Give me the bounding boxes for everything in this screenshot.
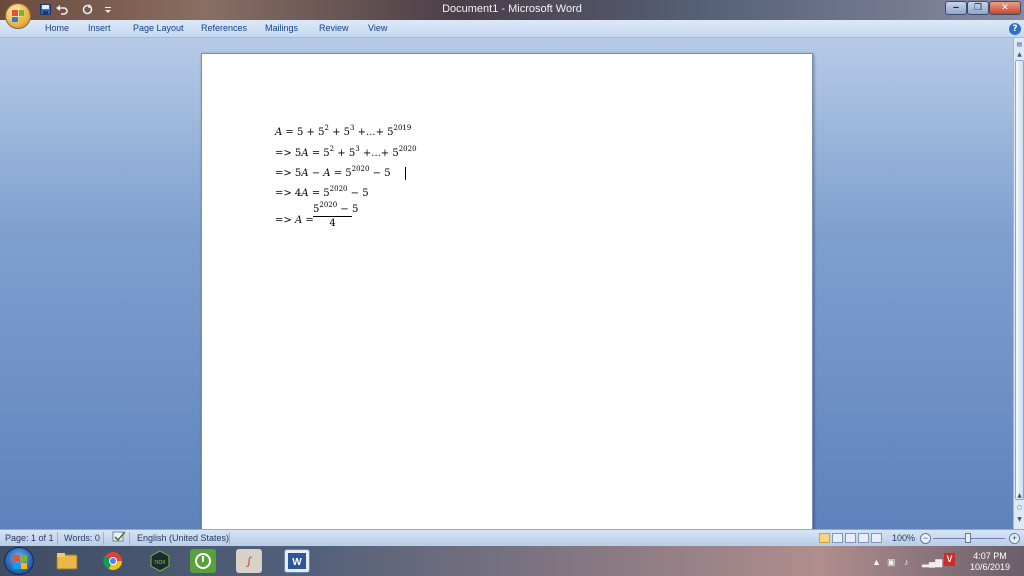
svg-text:∫: ∫	[246, 555, 252, 568]
outline-view-button[interactable]	[858, 533, 869, 543]
divider	[229, 532, 230, 545]
tab-mailings[interactable]: Mailings	[265, 23, 298, 33]
windows-logo-icon	[13, 555, 27, 569]
fraction-numerator: 52020 − 5	[313, 201, 358, 217]
tab-home[interactable]: Home	[45, 23, 69, 33]
exponent: 2020	[398, 145, 417, 153]
variable-a: A	[301, 188, 309, 199]
previous-page-icon[interactable]: ▲	[1015, 491, 1024, 500]
eq-text: −	[308, 168, 324, 179]
eq-text: +...+ 5	[354, 127, 394, 138]
divider	[103, 532, 104, 545]
web-layout-view-button[interactable]	[845, 533, 856, 543]
eq-text: + 5	[328, 127, 351, 138]
clock-date: 10/6/2019	[969, 562, 1011, 572]
divider	[129, 532, 130, 545]
minimize-button[interactable]: ‒	[945, 1, 967, 15]
select-browse-object-icon[interactable]: ○	[1015, 503, 1024, 512]
show-hidden-icons-icon[interactable]: ▲	[872, 557, 881, 567]
equation-line-5[interactable]: => A =	[275, 215, 314, 226]
zoom-level[interactable]: 100%	[892, 533, 915, 543]
document-page[interactable]	[201, 53, 813, 533]
text-cursor	[405, 167, 406, 180]
equation-line-1[interactable]: A = 5 + 52 + 53 +...+ 52019	[275, 124, 412, 139]
eq-text: => 4	[275, 188, 302, 199]
eq-text: − 5	[347, 188, 369, 199]
windows-explorer-icon[interactable]	[54, 549, 80, 573]
vertical-scrollbar[interactable]: ▤ ▲ ▲ ○ ▼	[1013, 38, 1024, 529]
tab-page-layout[interactable]: Page Layout	[133, 23, 184, 33]
scroll-thumb[interactable]	[1015, 60, 1024, 500]
exponent: 2020	[351, 165, 370, 173]
clock-time: 4:07 PM	[973, 551, 1007, 561]
network-icon[interactable]: ▂▄▆	[922, 557, 942, 568]
variable-a: A	[301, 168, 309, 179]
equation-line-2[interactable]: => 5A = 52 + 53 +...+ 52020	[275, 145, 417, 160]
eq-text: − 5	[369, 168, 391, 179]
nox-label: nox	[154, 559, 166, 566]
tab-review[interactable]: Review	[319, 23, 349, 33]
eq-text: = 5 + 5	[282, 127, 325, 138]
fraction[interactable]: 52020 − 5 4	[313, 201, 358, 229]
eq-text: =	[302, 215, 314, 226]
proofing-icon[interactable]	[112, 531, 126, 545]
eq-text: = 5	[308, 188, 330, 199]
eq-text: => 5	[275, 148, 302, 159]
taskbar: nox ∫ W ▲ ▣ ♪ ▂▄▆ V 4:07 PM 10/6/2019	[0, 546, 1024, 576]
ribbon-tabs: Home Insert Page Layout References Maili…	[0, 20, 1024, 38]
exponent: 2020	[319, 201, 338, 209]
clock[interactable]: 4:07 PM 10/6/2019	[965, 551, 1015, 573]
zoom-out-button[interactable]: −	[920, 533, 931, 544]
page-count[interactable]: Page: 1 of 1	[5, 533, 54, 543]
eq-text: + 5	[334, 148, 356, 159]
ruler-toggle-icon[interactable]: ▤	[1015, 40, 1024, 49]
equation-line-4[interactable]: => 4A = 52020 − 5	[275, 185, 369, 200]
antivirus-tray-icon[interactable]: V	[944, 553, 955, 566]
next-page-icon[interactable]: ▼	[1015, 515, 1024, 524]
eq-text: = 5	[330, 168, 352, 179]
chrome-icon[interactable]	[100, 549, 126, 573]
exponent: 2019	[393, 124, 412, 132]
variable-a: A	[301, 148, 309, 159]
eq-text: => 5	[275, 168, 302, 179]
word-count[interactable]: Words: 0	[64, 533, 100, 543]
word-icon[interactable]: W	[284, 549, 310, 573]
safely-remove-hardware-icon[interactable]: ▣	[887, 557, 896, 568]
variable-a: A	[323, 168, 331, 179]
title-bar: Document1 - Microsoft Word ‒ ❐ ✕	[0, 0, 1024, 20]
tab-view[interactable]: View	[368, 23, 387, 33]
eq-text: = 5	[308, 148, 330, 159]
kaspersky-icon[interactable]	[190, 549, 216, 573]
tab-insert[interactable]: Insert	[88, 23, 111, 33]
office-button[interactable]	[5, 3, 31, 29]
eq-text: − 5	[337, 204, 359, 215]
print-layout-view-button[interactable]	[819, 533, 830, 543]
language-status[interactable]: English (United States)	[137, 533, 229, 543]
eq-text: =>	[275, 215, 295, 226]
nox-icon[interactable]: nox	[147, 549, 173, 573]
fraction-denominator: 4	[329, 218, 336, 229]
close-button[interactable]: ✕	[989, 1, 1021, 15]
status-bar: Page: 1 of 1 Words: 0 English (United St…	[0, 529, 1024, 546]
start-button[interactable]	[4, 547, 34, 575]
eq-text: +...+ 5	[359, 148, 399, 159]
equation-line-3[interactable]: => 5A − A = 52020 − 5	[275, 165, 391, 180]
office-logo-icon	[12, 10, 24, 22]
full-screen-reading-view-button[interactable]	[832, 533, 843, 543]
volume-icon[interactable]: ♪	[904, 557, 909, 567]
window-title: Document1 - Microsoft Word	[442, 3, 582, 15]
exponent: 2020	[329, 185, 348, 193]
svg-text:W: W	[292, 557, 302, 568]
zoom-slider-thumb[interactable]	[965, 533, 971, 543]
zoom-in-button[interactable]: +	[1009, 533, 1020, 544]
tab-references[interactable]: References	[201, 23, 247, 33]
scroll-up-icon[interactable]: ▲	[1015, 50, 1024, 59]
divider	[57, 532, 58, 545]
restore-button[interactable]: ❐	[967, 1, 989, 15]
help-icon[interactable]: ?	[1009, 23, 1021, 35]
document-area	[0, 38, 1013, 533]
system-tray: ▲ ▣ ♪ ▂▄▆ V 4:07 PM 10/6/2019	[870, 549, 1020, 573]
draft-view-button[interactable]	[871, 533, 882, 543]
mathtype-icon[interactable]: ∫	[236, 549, 262, 573]
